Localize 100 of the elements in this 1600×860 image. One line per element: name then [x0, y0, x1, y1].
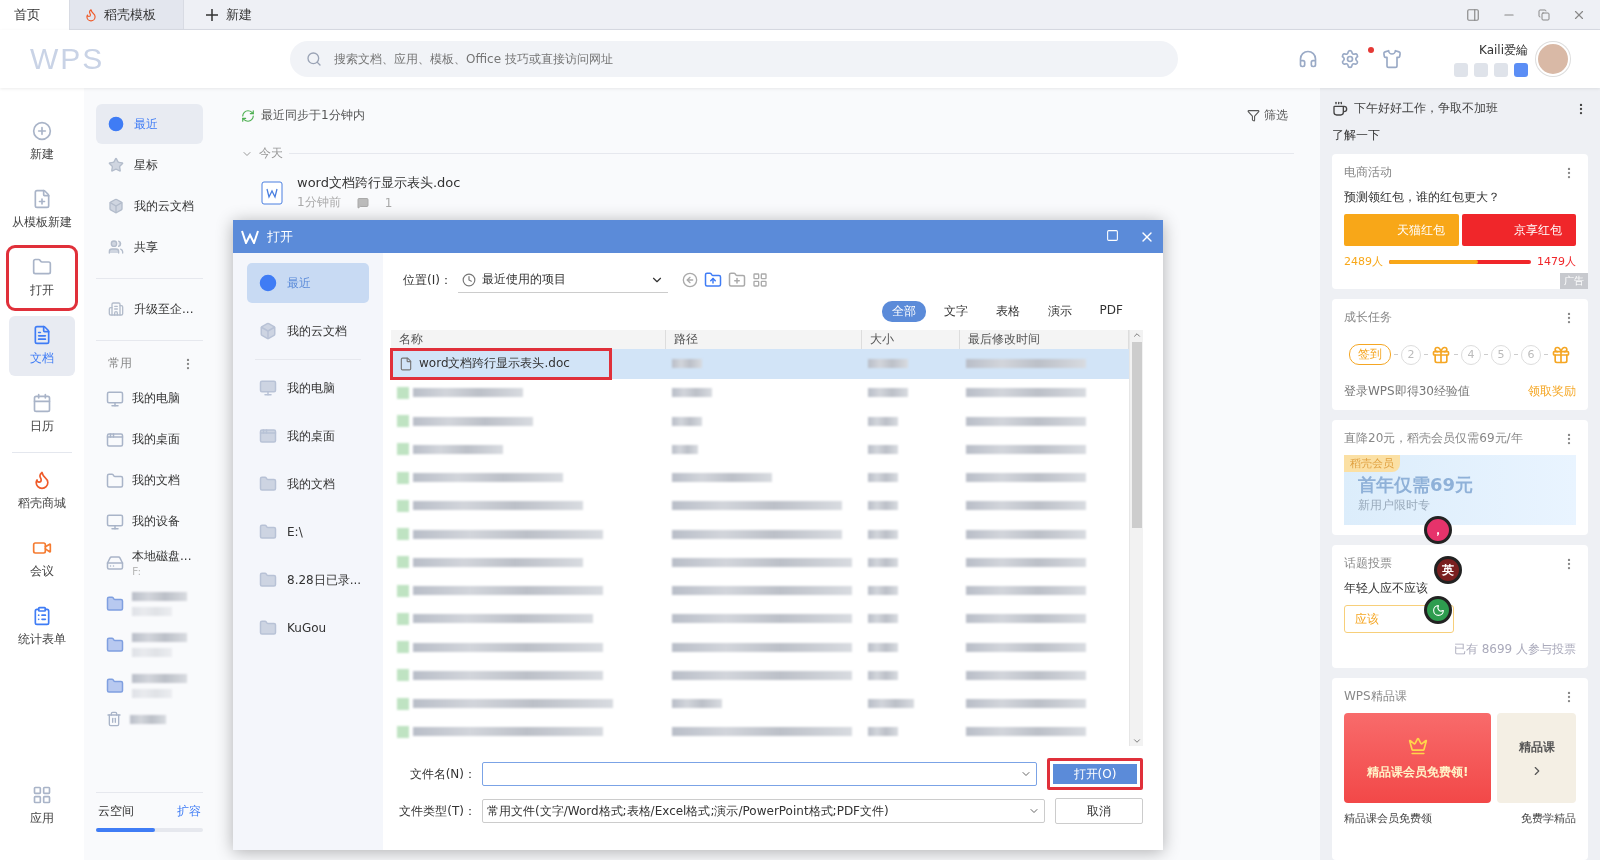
place-item[interactable]: 我的文档 — [96, 460, 203, 501]
column-header[interactable]: 路径 — [666, 330, 862, 349]
cube-icon — [108, 198, 124, 214]
back-icon[interactable] — [681, 272, 698, 288]
maximize-icon[interactable] — [1106, 228, 1119, 242]
rail-item[interactable]: 从模板新建 — [9, 180, 75, 240]
location-label: 位置(I)： — [403, 271, 452, 289]
cancel-button[interactable]: 取消 — [1055, 798, 1143, 824]
file-type-icon — [397, 612, 409, 625]
restore-icon[interactable] — [1538, 8, 1550, 21]
new-tab-button[interactable]: 新建 — [184, 0, 274, 29]
badge-icon — [1514, 62, 1528, 77]
blurred-text — [130, 714, 166, 724]
rail-item[interactable]: 日历 — [9, 384, 75, 444]
sync-status: 最近同步于1分钟内 — [261, 107, 365, 124]
blurred-text — [672, 359, 702, 369]
grid-icon — [32, 785, 52, 805]
file-name-cell[interactable]: word文档跨行显示表头.doc — [391, 348, 611, 379]
rail-item[interactable]: 新建 — [9, 112, 75, 172]
type-tab[interactable]: PDF — [1089, 301, 1133, 322]
file-name[interactable]: word文档跨行显示表头.doc — [297, 174, 461, 192]
dialog-nav-item[interactable]: 8.28日已录... — [247, 560, 369, 600]
file-row[interactable]: word文档跨行显示表头.doc — [391, 348, 1129, 379]
rail-item[interactable]: 会议 — [9, 529, 75, 589]
place-item[interactable]: 我的设备 — [96, 501, 203, 542]
blurred-text — [868, 727, 898, 737]
nav-item[interactable]: 星标 — [96, 145, 203, 185]
type-tab[interactable]: 表格 — [985, 301, 1030, 322]
settings-icon[interactable] — [1340, 49, 1360, 69]
column-header[interactable]: 大小 — [862, 330, 960, 349]
file-type-icon — [397, 499, 409, 512]
headset-icon[interactable] — [1298, 49, 1318, 69]
dialog-nav-item[interactable]: 我的电脑 — [247, 368, 369, 408]
expand-link[interactable]: 扩容 — [177, 803, 201, 820]
dialog-nav-item[interactable]: KuGou — [247, 608, 369, 648]
plus-icon — [206, 8, 218, 21]
rail-item[interactable]: 稻壳商城 — [9, 461, 75, 521]
moon-icon — [1431, 603, 1445, 617]
filter-button[interactable]: 筛选 — [1241, 106, 1294, 125]
filename-field[interactable] — [482, 762, 1037, 786]
card-title: 成长任务 — [1344, 309, 1392, 326]
blurred-text — [868, 586, 898, 596]
nav-item[interactable]: 我的云文档 — [96, 186, 203, 226]
place-item[interactable]: 我的桌面 — [96, 419, 203, 460]
rail-item[interactable]: 统计表单 — [9, 597, 75, 657]
flame-icon — [32, 470, 52, 490]
section-title: 了解一下 — [1332, 127, 1381, 144]
blurred-text — [868, 359, 908, 369]
banner-text: 精品课会员免费领! — [1366, 763, 1469, 781]
blurred-text — [868, 388, 908, 398]
place-item[interactable]: 本地磁盘... F: — [96, 542, 203, 583]
sidebar-icon[interactable] — [1466, 7, 1480, 22]
scroll-up-icon[interactable] — [1131, 330, 1142, 340]
file-type-icon — [397, 641, 409, 654]
monitor-icon — [106, 389, 124, 408]
nav-item[interactable]: 共享 — [96, 227, 203, 267]
shirt-icon[interactable] — [1382, 49, 1402, 69]
coupon-button[interactable]: 京享红包 — [1461, 214, 1576, 246]
type-tab[interactable]: 演示 — [1037, 301, 1082, 322]
avatar[interactable] — [1536, 42, 1570, 76]
dialog-nav-item[interactable]: 我的云文档 — [247, 311, 369, 351]
folder-icon — [106, 676, 124, 695]
badge-icon — [1454, 62, 1468, 77]
column-header[interactable]: 名称 — [391, 330, 666, 349]
type-tab[interactable]: 文字 — [933, 301, 978, 322]
place-label: 本地磁盘... — [132, 547, 192, 565]
rail-item[interactable]: 打开 — [9, 248, 75, 308]
banner-text: 精品课 — [1518, 738, 1555, 756]
dialog-nav-item[interactable]: 我的桌面 — [247, 416, 369, 456]
blurred-text — [868, 670, 898, 680]
location-select[interactable]: 最近使用的项目 — [457, 267, 668, 293]
dialog-nav-item[interactable]: 我的文档 — [247, 464, 369, 504]
view-icon[interactable] — [751, 272, 768, 288]
filetype-select[interactable]: 常用文件(文字/Word格式;表格/Excel格式;演示/PowerPoint格式;PDF文件) — [482, 799, 1045, 823]
card-text: 年轻人应不应该 — [1344, 580, 1429, 597]
blurred-text — [132, 688, 172, 698]
folder-icon — [106, 635, 124, 654]
rail-item[interactable]: 应用 — [9, 776, 75, 836]
file-type-icon — [397, 697, 409, 710]
place-item[interactable]: 我的电脑 — [96, 378, 203, 419]
user-name[interactable]: Kaili爱綸 — [1479, 41, 1528, 59]
tab[interactable]: 稻壳模板 — [70, 0, 184, 29]
search-field[interactable]: 搜索文档、应用、模板、Office 技巧或直接访问网址 — [332, 51, 1162, 67]
folder-up-icon[interactable] — [703, 271, 722, 289]
dialog-nav-item[interactable]: E:\ — [247, 512, 369, 552]
checkin-badge: 签到 — [1349, 344, 1391, 365]
coffee-icon — [1332, 100, 1348, 117]
document-icon — [32, 325, 52, 345]
new-folder-icon[interactable] — [727, 271, 746, 289]
blurred-text — [672, 699, 722, 709]
scroll-down-icon[interactable] — [1131, 736, 1142, 746]
blurred-text — [868, 416, 898, 426]
search-bar[interactable]: 搜索文档、应用、模板、Office 技巧或直接访问网址 — [290, 41, 1178, 77]
scrollbar[interactable] — [1129, 330, 1143, 746]
file-type-icon — [397, 471, 409, 484]
blurred-text — [672, 444, 698, 454]
nav-item[interactable]: 升级至企... — [96, 289, 203, 329]
tab[interactable]: 首页 — [0, 0, 70, 30]
file-type-icon — [397, 669, 409, 682]
vote-count: 已有 8699 人参与投票 — [1453, 641, 1576, 658]
